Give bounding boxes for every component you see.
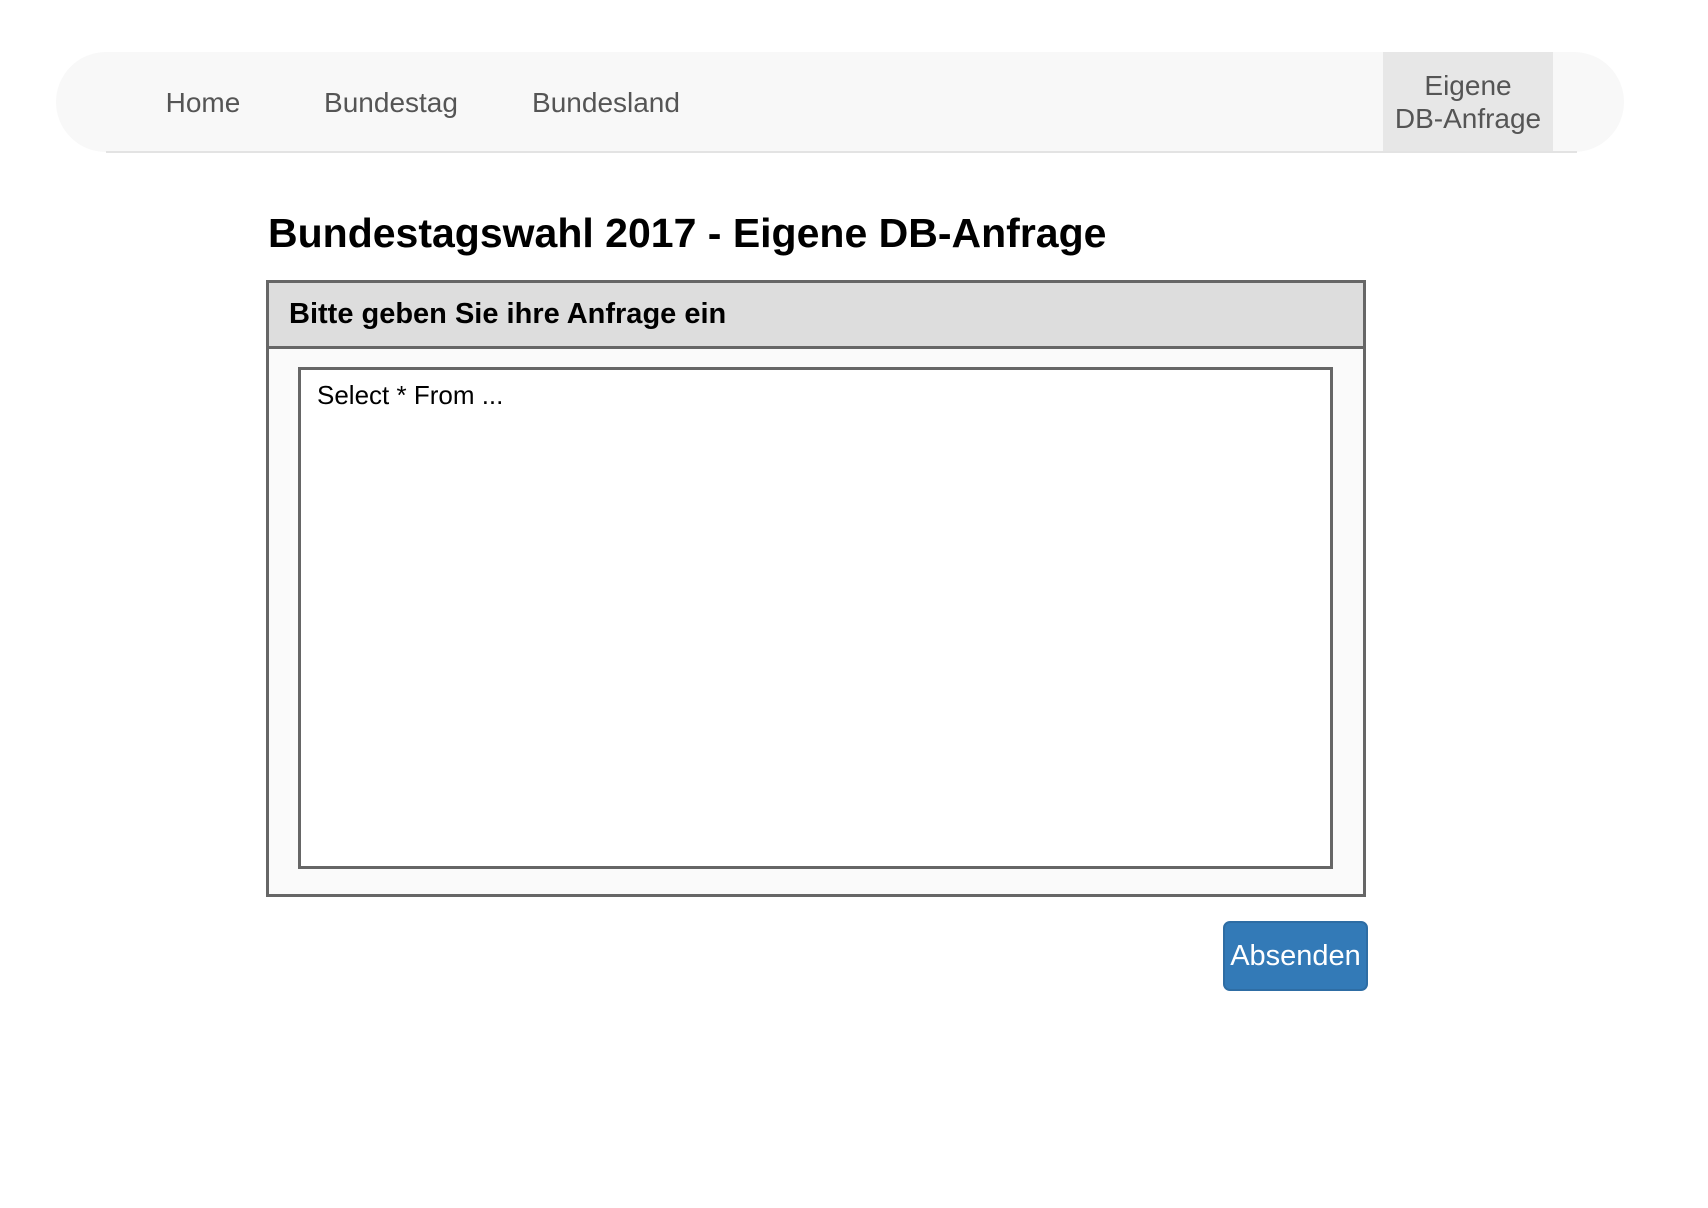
nav-item-active-label-line1: Eigene [1424, 70, 1512, 101]
nav-item-bundesland[interactable]: Bundesland [522, 52, 690, 152]
nav-item-home[interactable]: Home [156, 52, 250, 152]
query-input[interactable] [298, 367, 1333, 869]
submit-button[interactable]: Absenden [1223, 921, 1368, 991]
nav-item-eigene-db-anfrage[interactable]: Eigene DB-Anfrage [1383, 52, 1553, 152]
nav-item-active-label-line2: DB-Anfrage [1394, 103, 1542, 134]
page-title: Bundestagswahl 2017 - Eigene DB-Anfrage [268, 210, 1107, 256]
nav-item-bundestag[interactable]: Bundestag [314, 52, 468, 152]
query-panel: Bitte geben Sie ihre Anfrage ein [266, 280, 1366, 897]
navbar-divider [106, 151, 1577, 153]
top-navbar: Home Bundestag Bundesland Eigene DB-Anfr… [56, 52, 1624, 152]
panel-heading: Bitte geben Sie ihre Anfrage ein [269, 283, 1363, 349]
